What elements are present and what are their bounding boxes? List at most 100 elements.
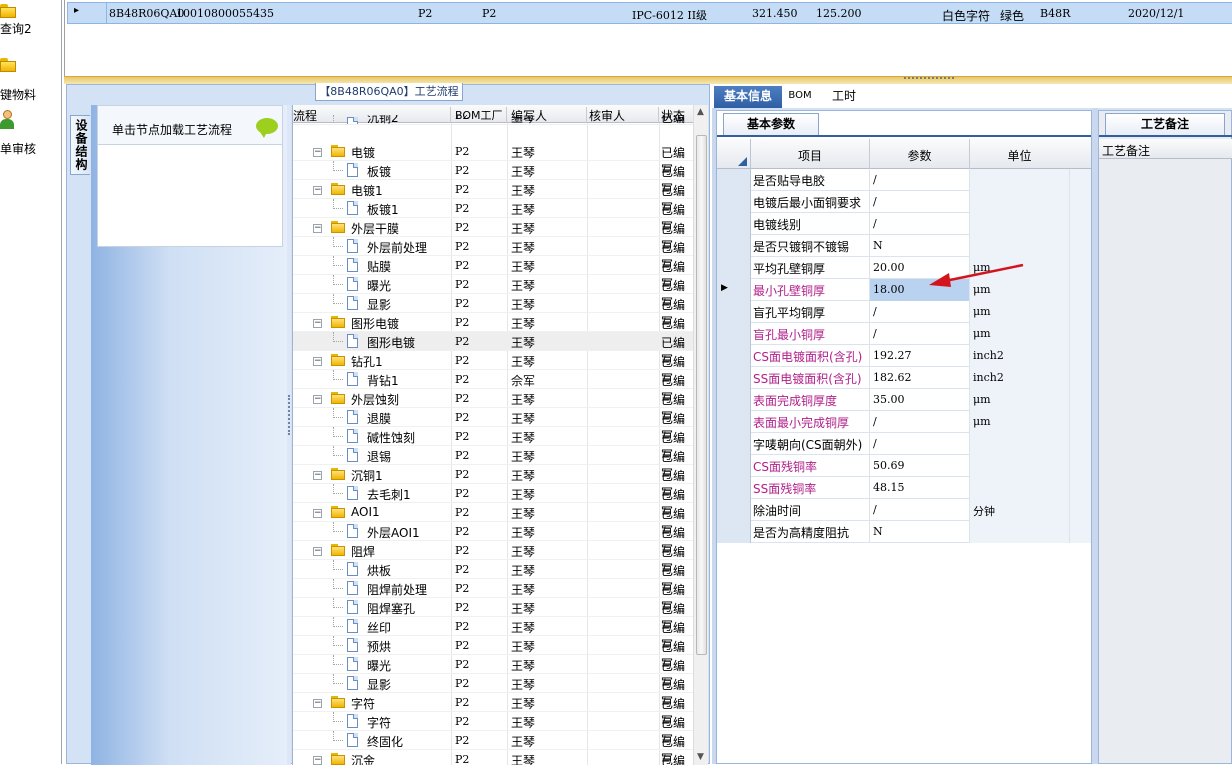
vertical-splitter[interactable] bbox=[287, 105, 291, 765]
param-value[interactable]: / bbox=[869, 169, 969, 191]
param-row[interactable]: ▶ 最小孔壁铜厚 18.00 μm bbox=[717, 279, 1091, 301]
row-indicator[interactable] bbox=[717, 455, 751, 477]
column-header[interactable]: 单位 bbox=[969, 139, 1069, 169]
collapse-icon[interactable]: − bbox=[313, 395, 322, 404]
param-value[interactable]: N bbox=[869, 235, 969, 257]
column-header[interactable]: 项目 bbox=[751, 147, 869, 164]
param-row[interactable]: SS面电镀面积(含孔) 182.62 inch2 bbox=[717, 367, 1091, 389]
param-row[interactable]: 电镀后最小面铜要求 / bbox=[717, 191, 1091, 213]
tree-row[interactable]: − 电镀 P2 王琴 已编写 bbox=[293, 142, 693, 177]
tree-row[interactable]: − 电镀1 P2 王琴 已编写 bbox=[293, 180, 693, 215]
param-row[interactable]: 是否为高精度阻抗 N bbox=[717, 521, 1091, 543]
tree-row[interactable]: 碱性蚀刻 P2 王琴 已编写 bbox=[293, 427, 693, 462]
tree-row[interactable]: 显影 P2 王琴 已编写 bbox=[293, 674, 693, 709]
tab-work-hours[interactable]: 工时 bbox=[824, 86, 864, 108]
nav-item-order-review[interactable]: 订单审核 bbox=[0, 110, 60, 156]
param-row[interactable]: 表面完成铜厚度 35.00 μm bbox=[717, 389, 1091, 411]
row-indicator[interactable]: ▶ bbox=[717, 279, 751, 301]
param-row[interactable]: CS面电镀面积(含孔) 192.27 inch2 bbox=[717, 345, 1091, 367]
param-value[interactable]: 192.27 bbox=[869, 345, 969, 367]
row-indicator[interactable] bbox=[717, 499, 751, 521]
tree-row[interactable]: 字符 P2 王琴 已编写 bbox=[293, 712, 693, 747]
tree-row[interactable]: 丝印 P2 王琴 已编写 bbox=[293, 617, 693, 652]
tree-row[interactable]: 图形电镀 P2 王琴 已编写 bbox=[293, 332, 693, 367]
tree-row[interactable]: 烘板 P2 王琴 已编写 bbox=[293, 560, 693, 595]
param-value[interactable]: / bbox=[869, 301, 969, 323]
tab-process-remark[interactable]: 工艺备注 bbox=[1105, 113, 1225, 135]
tab-basic-info[interactable]: 基本信息 bbox=[714, 86, 782, 108]
tree-row[interactable]: −图形电镀P2王琴已编写 bbox=[293, 313, 693, 348]
tree-row[interactable]: 板镀1 P2 王琴 已编写 bbox=[293, 199, 693, 234]
param-row[interactable]: 电镀线别 / bbox=[717, 213, 1091, 235]
param-row[interactable]: CS面残铜率 50.69 bbox=[717, 455, 1091, 477]
param-value[interactable]: N bbox=[869, 521, 969, 543]
row-indicator[interactable] bbox=[717, 433, 751, 455]
collapse-icon[interactable]: − bbox=[313, 699, 322, 708]
param-value[interactable]: 48.15 bbox=[869, 477, 969, 499]
tree-row[interactable]: 外层AOI1 P2 王琴 已编写 bbox=[293, 522, 693, 557]
param-value[interactable]: / bbox=[869, 191, 969, 213]
param-value[interactable]: / bbox=[869, 411, 969, 433]
tab-bom[interactable]: BOM bbox=[786, 86, 814, 108]
param-value[interactable]: 50.69 bbox=[869, 455, 969, 477]
column-header[interactable]: 参数 bbox=[869, 139, 969, 169]
scroll-down-icon[interactable]: ▼ bbox=[697, 752, 704, 762]
tree-row[interactable]: − 外层干膜 P2 王琴 已编写 bbox=[293, 218, 693, 253]
tree-row[interactable]: 外层前处理 P2 王琴 已编写 bbox=[293, 237, 693, 272]
param-row[interactable]: SS面残铜率 48.15 bbox=[717, 477, 1091, 499]
tree-row[interactable]: 曝光 P2 王琴 已编写 bbox=[293, 655, 693, 690]
collapse-icon[interactable]: − bbox=[313, 186, 322, 195]
tree-row[interactable]: 沉铜2 P2 王琴 已编写 bbox=[293, 115, 693, 125]
table-row[interactable]: ▸ 8B48R06QA0 10010800055435 P2 P2 IPC-60… bbox=[67, 2, 1232, 24]
row-indicator[interactable] bbox=[717, 477, 751, 499]
tree-row[interactable]: − 字符 P2 王琴 已编写 bbox=[293, 693, 693, 728]
param-value[interactable]: / bbox=[869, 213, 969, 235]
row-indicator[interactable] bbox=[717, 411, 751, 433]
row-indicator[interactable] bbox=[717, 521, 751, 543]
tree-row[interactable]: 背钻1 P2 佘军 已编写 bbox=[293, 370, 693, 405]
row-indicator[interactable] bbox=[717, 323, 751, 345]
collapse-icon[interactable]: − bbox=[313, 148, 322, 157]
scrollbar-thumb[interactable] bbox=[696, 135, 707, 655]
param-row[interactable]: 平均孔壁铜厚 20.00 μm bbox=[717, 257, 1091, 279]
param-value[interactable]: 35.00 bbox=[869, 389, 969, 411]
tree-row[interactable]: − 沉铜1 P2 王琴 已编写 bbox=[293, 465, 693, 500]
collapse-icon[interactable]: − bbox=[313, 509, 322, 518]
param-row[interactable]: 字唛朝向(CS面朝外) / bbox=[717, 433, 1091, 455]
collapse-icon[interactable]: − bbox=[313, 224, 322, 233]
param-row[interactable]: 除油时间 / 分钟 bbox=[717, 499, 1091, 521]
tree-row[interactable]: − AOI1 P2 王琴 已编写 bbox=[293, 503, 693, 538]
row-indicator[interactable] bbox=[717, 367, 751, 389]
tree-row[interactable]: − 外层蚀刻 P2 王琴 已编写 bbox=[293, 389, 693, 424]
collapse-icon[interactable]: − bbox=[313, 319, 322, 328]
tree-row[interactable]: 贴膜 P2 王琴 已编写 bbox=[293, 256, 693, 291]
tab-basic-params[interactable]: 基本参数 bbox=[723, 113, 819, 135]
tree-scrollbar[interactable]: ▲ ▼ bbox=[693, 105, 708, 765]
row-indicator[interactable] bbox=[717, 213, 751, 235]
tree-row[interactable]: −沉金P2王琴已编写 bbox=[293, 750, 693, 765]
row-indicator[interactable] bbox=[717, 191, 751, 213]
tree-row[interactable]: 去毛刺1 P2 王琴 已编写 bbox=[293, 484, 693, 519]
nav-item-query2[interactable]: 查询2 bbox=[0, 4, 60, 44]
param-value[interactable]: / bbox=[869, 433, 969, 455]
row-indicator[interactable] bbox=[717, 345, 751, 367]
param-row[interactable]: 盲孔最小铜厚 / μm bbox=[717, 323, 1091, 345]
row-indicator[interactable] bbox=[717, 257, 751, 279]
row-indicator[interactable] bbox=[717, 301, 751, 323]
tree-row[interactable]: 退膜 P2 王琴 已编写 bbox=[293, 408, 693, 443]
tree-row[interactable]: − 钻孔1 P2 王琴 已编写 bbox=[293, 351, 693, 386]
collapse-icon[interactable]: − bbox=[313, 547, 322, 556]
tree-row[interactable]: − 阻焊 P2 王琴 已编写 bbox=[293, 541, 693, 576]
nav-item-key-material[interactable]: 关键物料 bbox=[0, 58, 60, 102]
tree-row[interactable]: 曝光 P2 王琴 已编写 bbox=[293, 275, 693, 310]
param-value[interactable]: / bbox=[869, 323, 969, 345]
collapse-icon[interactable]: − bbox=[313, 471, 322, 480]
tree-row[interactable]: 阻焊塞孔 P2 王琴 已编写 bbox=[293, 598, 693, 633]
param-value[interactable]: 182.62 bbox=[869, 367, 969, 389]
row-indicator[interactable] bbox=[717, 235, 751, 257]
tree-row[interactable]: 退锡 P2 王琴 已编写 bbox=[293, 446, 693, 481]
param-row[interactable]: 盲孔平均铜厚 / μm bbox=[717, 301, 1091, 323]
tree-row[interactable]: 显影 P2 王琴 已编写 bbox=[293, 294, 693, 329]
tab-equipment-structure[interactable]: 设备结构 bbox=[70, 115, 90, 175]
param-row[interactable]: 是否只镀铜不镀锡 N bbox=[717, 235, 1091, 257]
